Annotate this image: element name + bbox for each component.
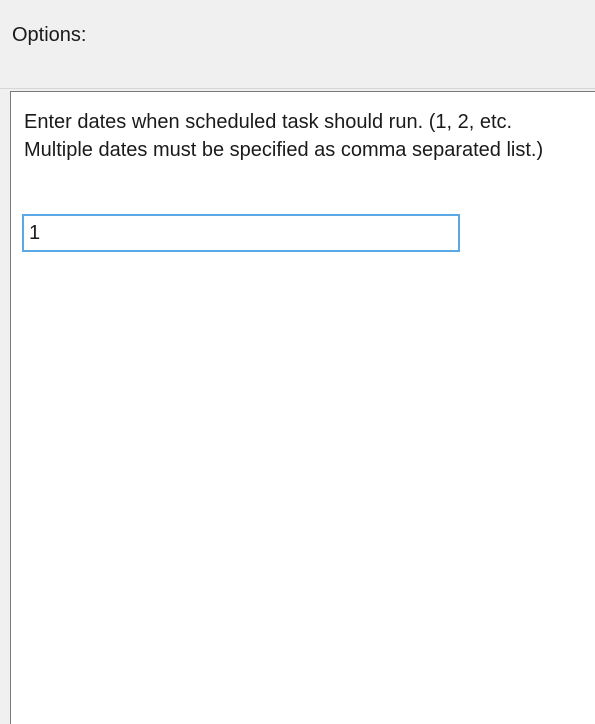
- dates-instructions: Enter dates when scheduled task should r…: [24, 111, 544, 161]
- options-label: Options:: [12, 24, 87, 46]
- options-panel: Enter dates when scheduled task should r…: [10, 91, 595, 724]
- options-header: Options:: [0, 0, 595, 89]
- dates-input[interactable]: [22, 214, 460, 252]
